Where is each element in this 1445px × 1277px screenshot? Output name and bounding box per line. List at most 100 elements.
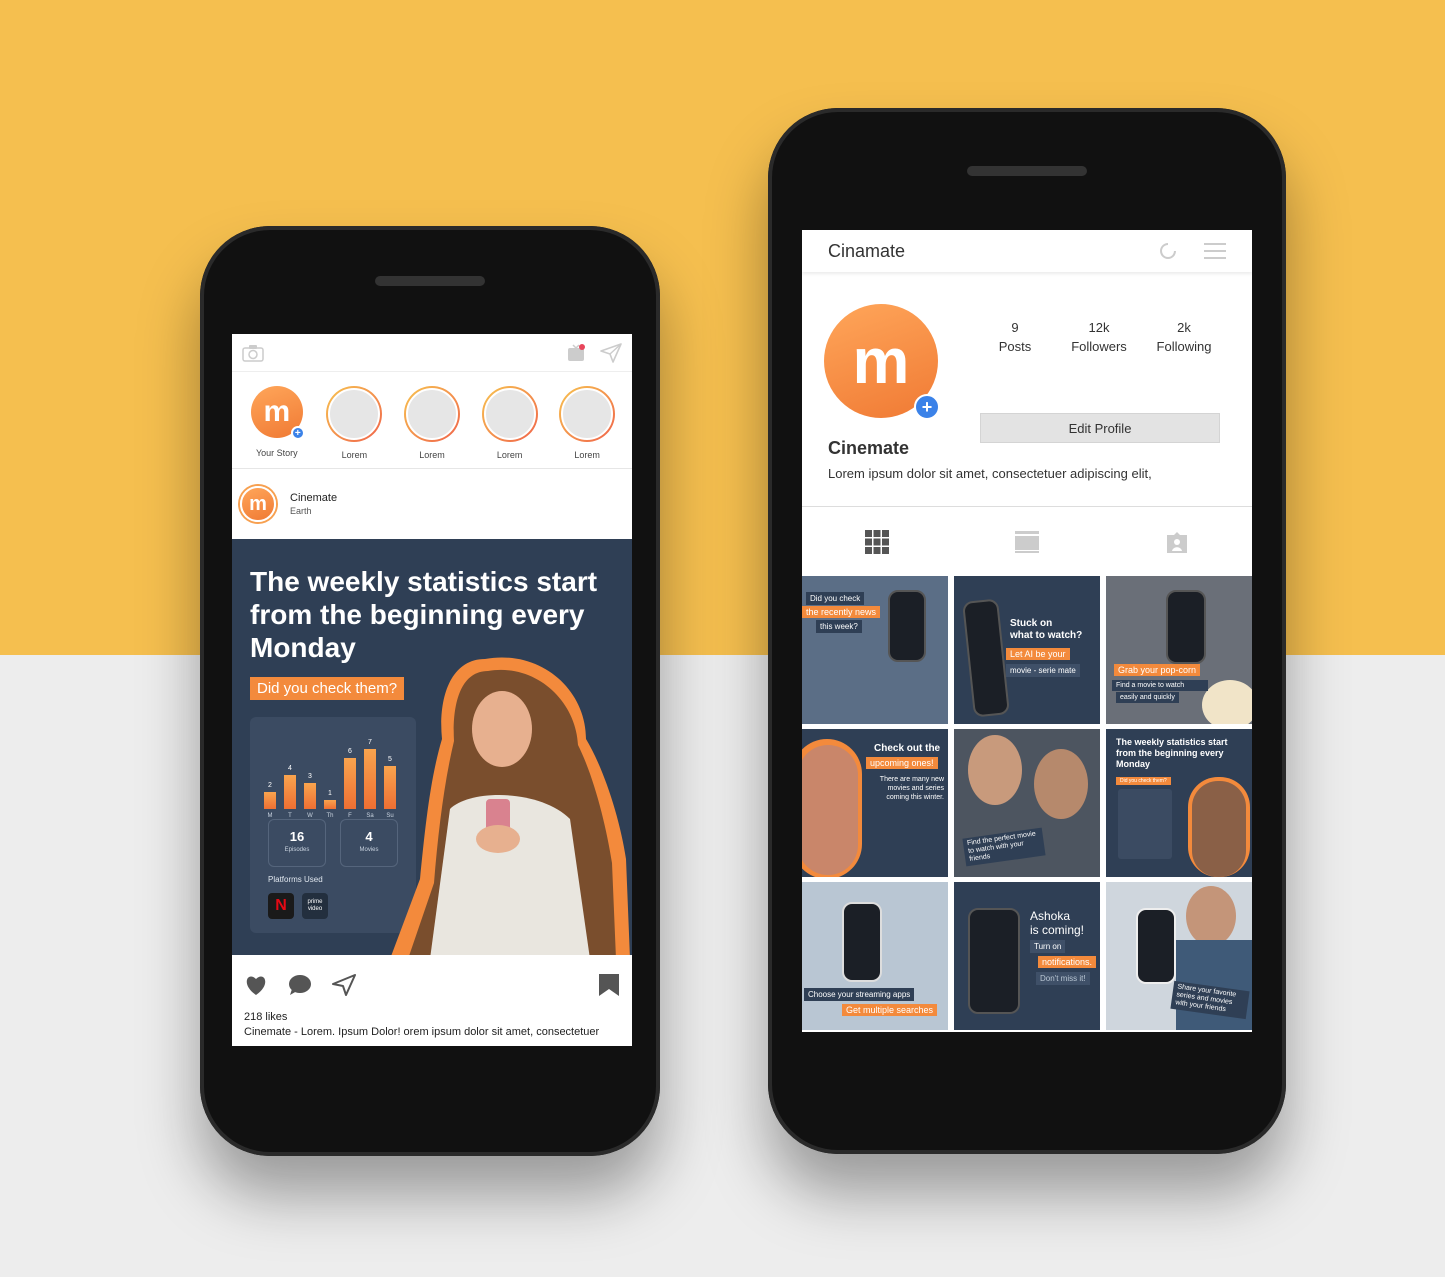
edit-profile-button[interactable]: Edit Profile (980, 413, 1220, 443)
followers-stat[interactable]: 12k Followers (1064, 320, 1134, 354)
list-view-icon[interactable] (1015, 530, 1039, 553)
tile-phone-mockup (968, 908, 1020, 1014)
menu-hamburger-icon[interactable] (1204, 243, 1226, 259)
app-title: Cinamate (828, 240, 906, 261)
chart-bar-value: 3 (308, 773, 312, 780)
story-your-story[interactable]: m + Your Story (242, 386, 312, 460)
tile-highlight: Grab your pop-corn (1114, 664, 1201, 676)
post-location[interactable]: Earth (290, 506, 337, 516)
tile-phone-mockup (1166, 590, 1206, 664)
tile-text: Find the perfect movie to watch with you… (962, 827, 1046, 867)
story-label: Lorem (419, 450, 445, 460)
post-caption: Cinemate - Lorem. Ipsum Dolor! orem ipsu… (244, 1026, 600, 1038)
platforms-label: Platforms Used (268, 875, 323, 884)
tile-text: what to watch? (1010, 630, 1083, 641)
tile-phone-mockup (1136, 908, 1176, 984)
feed-top-bar (232, 334, 632, 372)
post-cta-badge: Did you check them? (250, 677, 405, 700)
tile-highlight: Get multiple searches (842, 1004, 938, 1016)
following-label: Following (1156, 339, 1212, 354)
weekly-bar-chart: 2 M 4 T 3 W 1 Th 6 F 7 Sa 5 Su (264, 735, 402, 819)
tile-friend-photo (968, 735, 1022, 805)
tile-stats-card (1118, 789, 1172, 859)
chart-bar-value: 2 (268, 782, 272, 789)
igtv-icon[interactable] (566, 343, 586, 363)
tile-text: Choose your streaming apps (804, 988, 915, 1001)
profile-bio: Lorem ipsum dolor sit amet, consectetuer… (828, 466, 1152, 481)
grid-post[interactable]: Share your favorite series and movies wi… (1106, 882, 1252, 1030)
chart-bar (304, 783, 316, 809)
tile-phone-mockup (962, 598, 1010, 718)
feed-screen: m + Your Story Lorem Lorem Lorem Lorem m… (232, 334, 632, 1046)
story-avatar (328, 388, 381, 440)
grid-post[interactable]: Find the perfect movie to watch with you… (954, 729, 1100, 877)
tile-text: Don't miss it! (1036, 972, 1090, 985)
chart-bar (264, 792, 276, 809)
grid-post[interactable]: Choose your streaming apps Get multiple … (802, 882, 948, 1030)
tile-text: this week? (816, 620, 862, 633)
add-story-icon[interactable]: + (914, 394, 940, 420)
posts-label: Posts (998, 339, 1032, 354)
chart-bar (364, 749, 376, 809)
episodes-label: Episodes (284, 847, 310, 853)
grid-view-icon[interactable] (865, 529, 889, 554)
tile-highlight: the recently news (802, 606, 881, 618)
stories-bar: m + Your Story Lorem Lorem Lorem Lorem (232, 372, 632, 469)
profile-name: Cinemate (828, 438, 910, 458)
story-label: Lorem (574, 450, 600, 460)
posts-grid: Did you check the recently news this wee… (802, 576, 1252, 1030)
grid-post[interactable]: Grab your pop-corn Find a movie to watch… (1106, 576, 1252, 724)
tile-person-photo (1192, 781, 1246, 877)
profile-avatar[interactable]: m + (824, 304, 940, 420)
grid-post[interactable]: Check out the upcoming ones! There are m… (802, 729, 948, 877)
story-avatar (483, 388, 536, 440)
post-header: m Cinemate Earth (232, 469, 632, 539)
grid-post[interactable]: Ashoka is coming! Turn on notifications.… (954, 882, 1100, 1030)
post-avatar[interactable]: m (240, 486, 276, 522)
following-count: 2k (1177, 320, 1191, 335)
tile-text: Did you check (806, 592, 865, 605)
followers-count: 12k (1088, 320, 1110, 335)
posts-stat[interactable]: 9 Posts (980, 320, 1050, 354)
story-label: Lorem (496, 450, 523, 460)
post-account-name[interactable]: Cinemate (290, 492, 337, 504)
chart-bar-value: 4 (288, 765, 292, 772)
story-item[interactable]: Lorem (552, 386, 622, 460)
story-item[interactable]: Lorem (397, 386, 467, 460)
chart-bar-value: 6 (348, 748, 352, 755)
prime-video-logo: prime video (302, 893, 328, 919)
phone-profile: Cinamate m + 9 Posts 12k Followers 2k Fo… (768, 108, 1286, 1154)
comment-icon[interactable] (288, 974, 312, 996)
tile-friend-photo (1034, 749, 1088, 819)
woman-photo (391, 657, 630, 955)
direct-message-icon[interactable] (600, 342, 622, 363)
following-stat[interactable]: 2k Following (1149, 320, 1219, 354)
grid-post[interactable]: The weekly statistics start from the beg… (1106, 729, 1252, 877)
chart-bar (344, 758, 356, 809)
chart-bar-value: 1 (328, 790, 332, 797)
like-heart-icon[interactable] (244, 974, 268, 996)
camera-icon[interactable] (242, 344, 264, 362)
tile-text: Ashoka (1030, 909, 1071, 923)
chart-bar-value: 7 (368, 739, 372, 746)
tile-text: Check out the (874, 743, 941, 754)
tile-phone-mockup (842, 902, 882, 982)
story-item[interactable]: Lorem (319, 386, 389, 460)
share-icon[interactable] (332, 974, 356, 996)
activity-refresh-icon[interactable] (1158, 241, 1178, 261)
profile-tabs (802, 506, 1252, 576)
tile-phone-mockup (888, 590, 926, 662)
tile-person-photo (802, 745, 858, 875)
grid-post[interactable]: Did you check the recently news this wee… (802, 576, 948, 724)
add-story-icon[interactable]: + (290, 426, 305, 440)
post-image[interactable]: The weekly statistics start from the beg… (232, 539, 632, 955)
likes-count[interactable]: 218 likes (232, 997, 632, 1023)
grid-post[interactable]: Stuck on what to watch? Let AI be your m… (954, 576, 1100, 724)
tile-highlight: Did you check them? (1116, 777, 1171, 785)
story-item[interactable]: Lorem (475, 386, 545, 460)
phone-feed: m + Your Story Lorem Lorem Lorem Lorem m… (200, 226, 660, 1156)
chart-day-label: Th (326, 813, 334, 819)
tagged-icon[interactable] (1165, 531, 1189, 553)
profile-top-bar: Cinamate (802, 230, 1252, 272)
bookmark-icon[interactable] (598, 973, 620, 997)
